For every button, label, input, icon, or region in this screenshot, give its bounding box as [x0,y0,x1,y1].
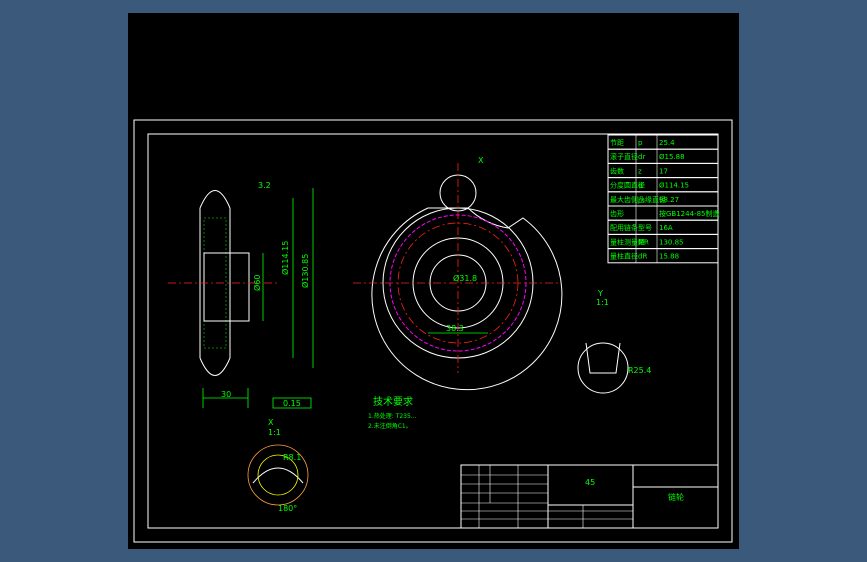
svg-text:X: X [478,156,484,165]
svg-text:Y: Y [597,289,603,298]
svg-text:R25.4: R25.4 [628,366,651,375]
cell-symbol: dR [638,253,647,261]
cell-symbol: d [638,182,642,190]
svg-text:技术要求: 技术要求 [373,395,413,408]
svg-text:Ø130.85: Ø130.85 [300,254,310,288]
cell-symbol: dr [638,153,645,161]
title-block: 45 链轮 [460,464,719,529]
cell-symbol: Jx [637,196,644,204]
svg-text:链轮: 链轮 [668,492,684,502]
svg-text:0.15: 0.15 [283,399,301,408]
table-row: 齿数 z 17 [607,162,719,179]
svg-text:Ø31.8: Ø31.8 [453,273,477,283]
cell-value: Ø114.15 [659,182,689,190]
cell-value: 15.88 [659,253,679,261]
table-row: 节距 p 25.4 [607,134,719,150]
cell-value: 25.4 [659,139,675,147]
svg-text:45: 45 [585,478,595,487]
table-row: 量柱直径 dR 15.88 [607,248,719,264]
parameters-table: 节距 p 25.4滚子直径 dr Ø15.88齿数 z 17分度圆直径d Ø114.15最大齿… [607,134,719,264]
cell-name: 节距 [610,139,624,147]
svg-text:1:1: 1:1 [596,298,609,307]
detail-x: X 1:1 180° R8.1 [247,418,309,513]
table-row: 量柱测量距MR 130.85 [607,233,719,250]
hub-diameter-label: Ø60 [252,275,262,291]
cell-symbol: MR [638,238,649,246]
detail-y: Y 1:1 R25.4 [577,289,651,394]
svg-text:2.未注倒角C1。: 2.未注倒角C1。 [368,422,412,430]
cell-value: Ø15.88 [659,153,685,161]
cell-name: 量柱直径 [610,252,638,261]
cad-drawing-canvas[interactable]: 30 Ø60 Ø114.15 Ø130.85 0.15 3.2 38.3 Ø31… [128,13,739,549]
svg-text:30: 30 [221,390,231,399]
table-row: 最大齿侧凸缘直径Jx 98.27 [607,191,719,207]
table-row: 分度圆直径d Ø114.15 [607,177,719,193]
front-view: 38.3 Ø31.8 X [353,156,563,391]
cell-value: 98.27 [659,196,679,204]
table-row: 齿形 按GB1244-85制造 [607,205,719,221]
cell-name: 配用链条型号 [610,223,652,232]
drawing: 30 Ø60 Ø114.15 Ø130.85 0.15 3.2 38.3 Ø31… [133,119,733,543]
svg-text:Ø114.15: Ø114.15 [280,241,290,275]
svg-text:X: X [268,418,274,427]
svg-text:38.3: 38.3 [446,324,464,333]
cell-value: 17 [659,167,668,175]
cell-symbol: z [638,167,642,175]
cell-name: 齿数 [610,166,624,175]
cell-value: 16A [659,224,673,232]
svg-text:3.2: 3.2 [258,181,271,190]
svg-text:R8.1: R8.1 [283,453,301,462]
svg-text:180°: 180° [278,504,297,513]
cell-name: 滚子直径 [610,152,638,161]
cell-name: 齿形 [610,210,624,218]
technical-requirements: 技术要求 1.热处理: T235... 2.未注倒角C1。 [368,395,417,430]
table-row: 滚子直径 dr Ø15.88 [607,148,719,164]
svg-text:1:1: 1:1 [268,428,281,437]
cell-value: 130.85 [659,238,684,246]
side-section-view: 30 Ø60 Ø114.15 Ø130.85 0.15 3.2 [168,181,314,409]
svg-text:1.热处理: T235...: 1.热处理: T235... [368,412,417,420]
table-row: 配用链条型号 16A [607,219,719,235]
cell-value: 按GB1244-85制造 [659,209,719,218]
cell-symbol: p [638,139,643,147]
